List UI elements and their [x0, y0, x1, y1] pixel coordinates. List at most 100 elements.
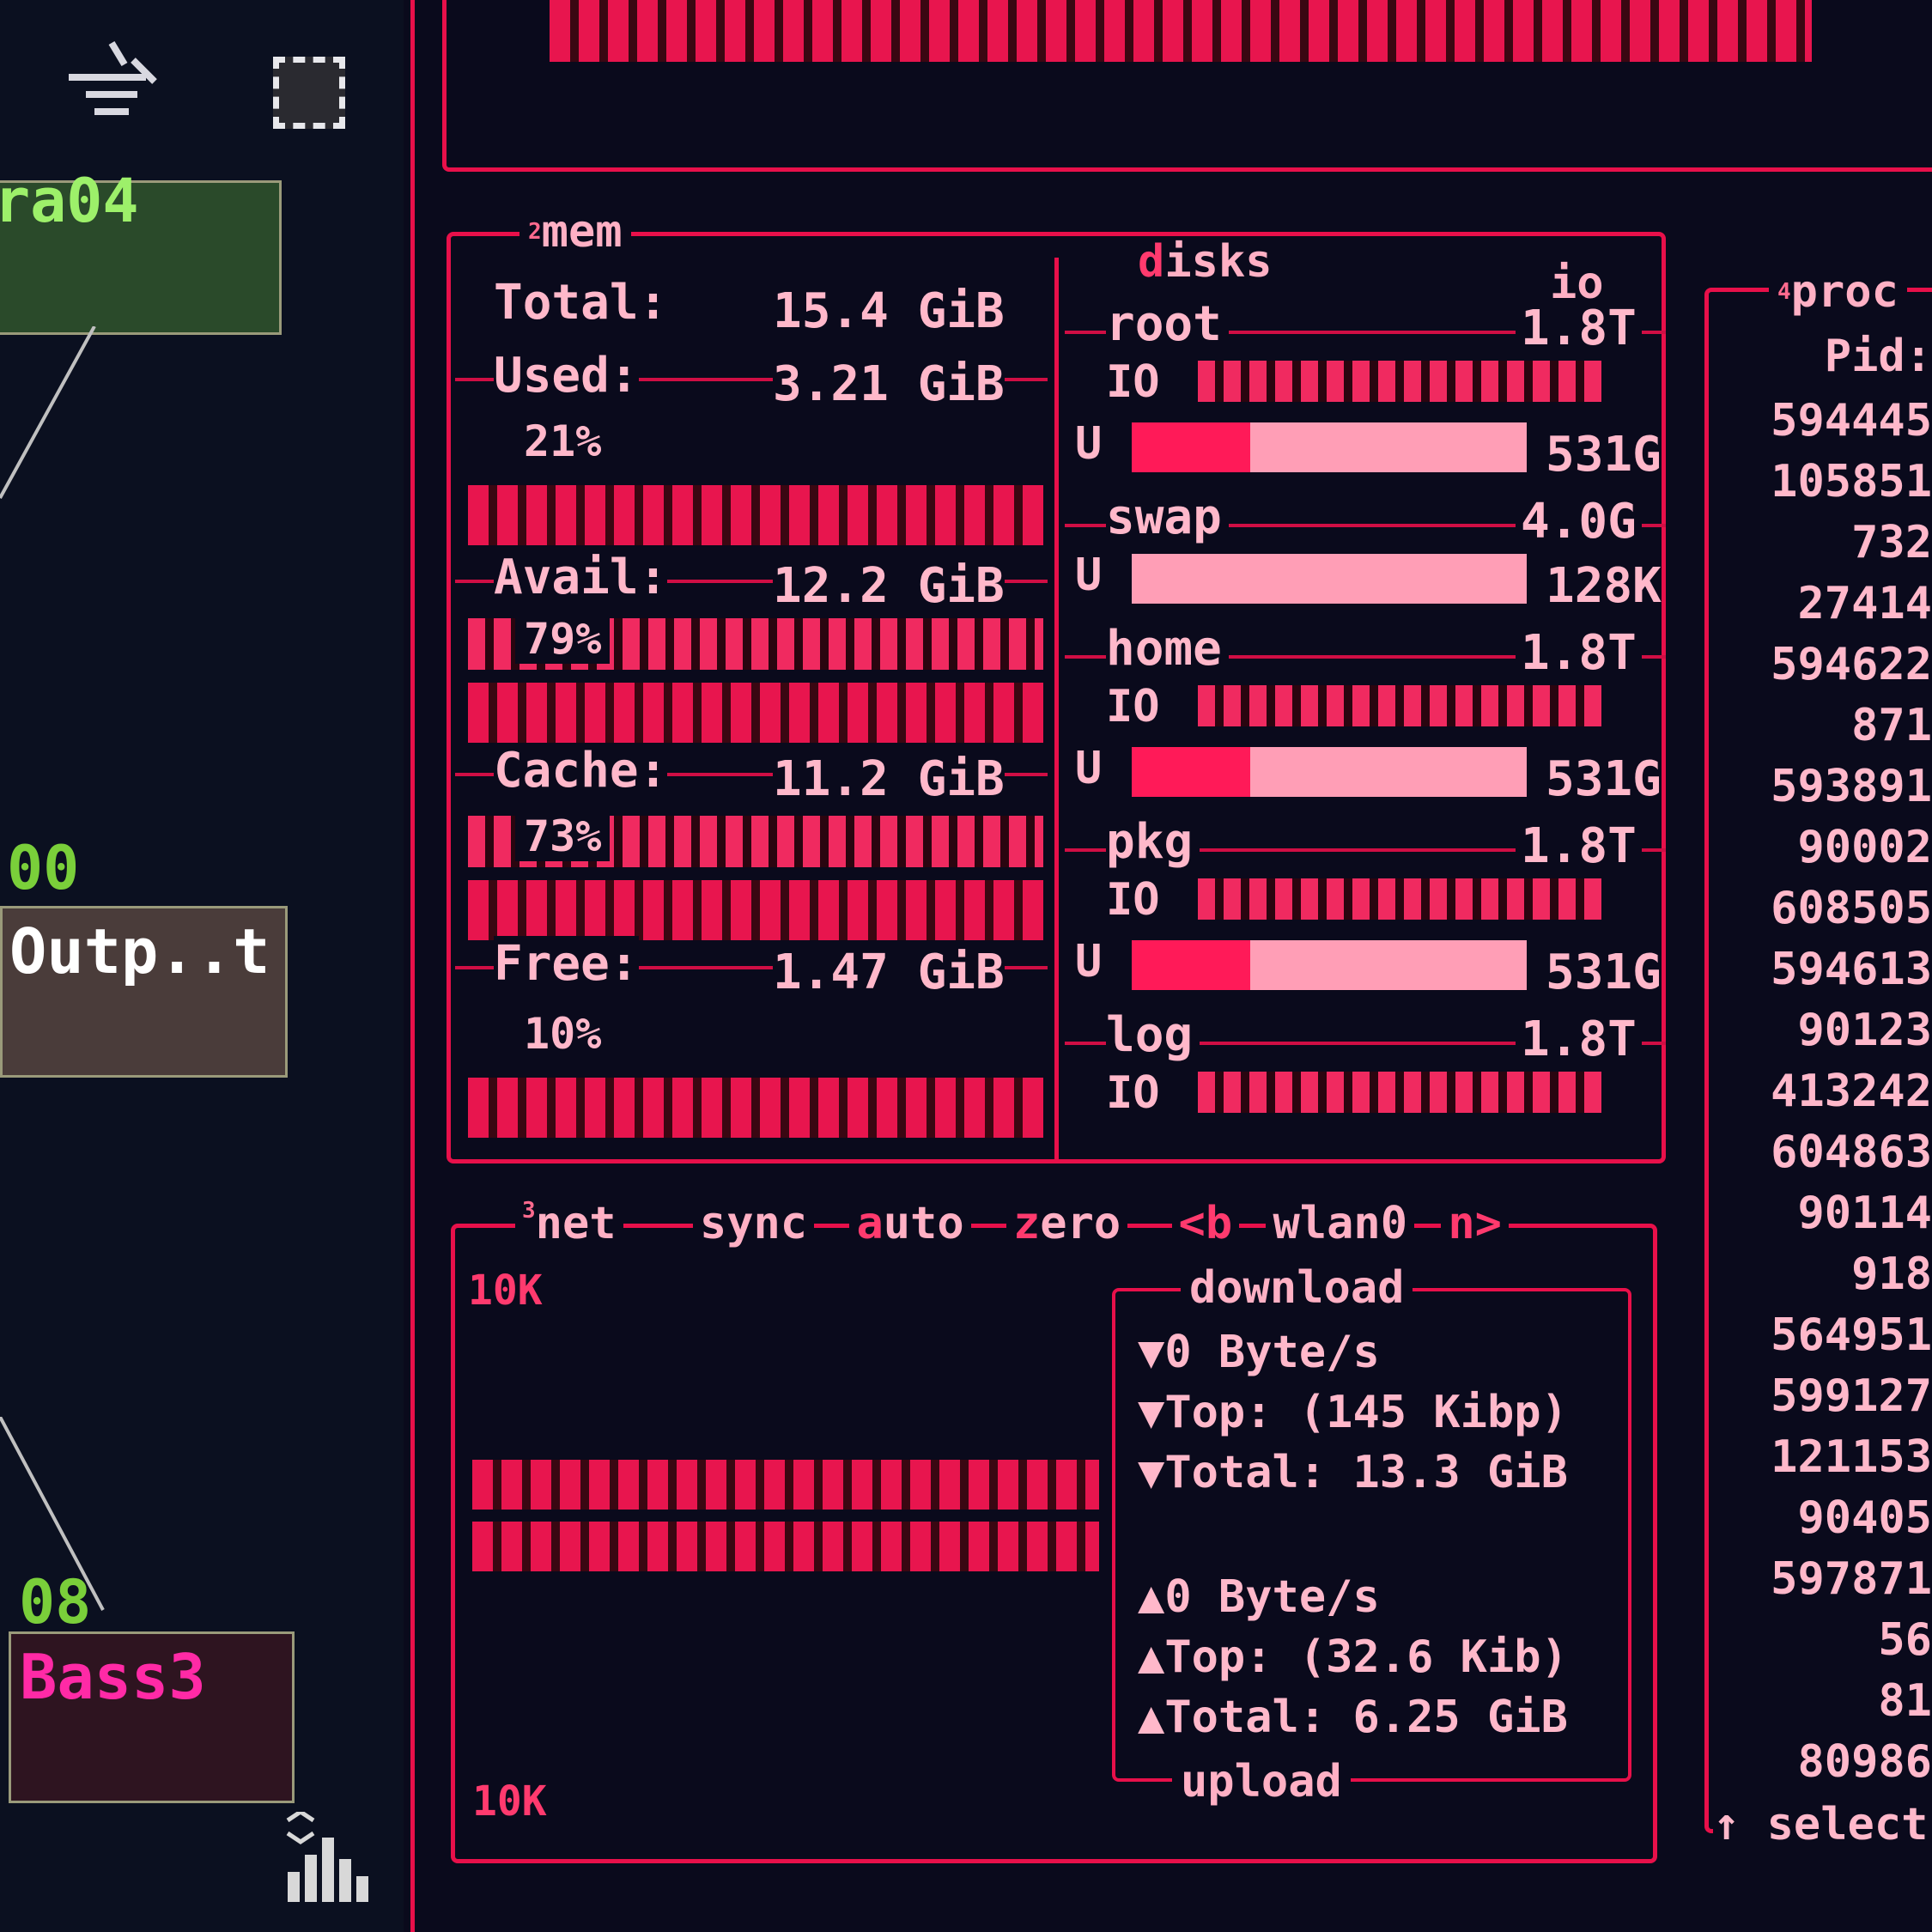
proc-pid[interactable]: 871 [1851, 700, 1932, 751]
disk-size: 1.8T [1516, 1012, 1642, 1067]
download-top: ▼Top: (145 Kibp) [1138, 1387, 1568, 1438]
spectrum-icon[interactable] [275, 1808, 378, 1906]
disk-io-label: IO [1106, 356, 1160, 408]
proc-title: 4proc [1769, 266, 1907, 318]
mem-free-meter [468, 1078, 1043, 1138]
node-bass3-label: Bass3 [20, 1641, 206, 1713]
disk-size: 1.8T [1516, 625, 1642, 681]
net-scale-bottom: 10K [472, 1777, 547, 1826]
disks-title[interactable]: disks [1129, 236, 1281, 288]
proc-pid[interactable]: 90002 [1797, 822, 1932, 873]
proc-pid[interactable]: 80986 [1797, 1736, 1932, 1788]
upload-title: upload [1172, 1756, 1351, 1807]
mem-cache-label: Cache: [494, 743, 668, 799]
net-upload-graph [472, 1522, 1099, 1571]
node-bass3[interactable]: Bass3 [9, 1631, 295, 1803]
disk-io-meter [1198, 361, 1601, 402]
select-box-icon[interactable] [273, 57, 345, 129]
net-zero-button[interactable]: zero [1005, 1198, 1128, 1249]
proc-pid[interactable]: 597871 [1771, 1553, 1932, 1605]
proc-pid[interactable]: 27414 [1797, 578, 1932, 629]
disk-used-value: 531G [1546, 945, 1662, 1000]
disk-io-meter [1198, 685, 1601, 726]
proc-pid[interactable]: 90405 [1797, 1492, 1932, 1544]
node-output[interactable]: Outp..t [0, 906, 288, 1078]
disk-size: 4.0G [1516, 494, 1642, 550]
disk-used-value: 531G [1546, 751, 1662, 807]
cpu-graph [550, 0, 1812, 62]
net-title: 3net [515, 1198, 623, 1249]
mem-free-value: 1.47 GiB [773, 945, 1005, 1000]
disk-io-label: IO [1106, 1067, 1160, 1119]
disk-name: swap [1106, 489, 1229, 545]
disk-usage-meter [1132, 554, 1527, 604]
proc-pid[interactable]: 604863 [1771, 1127, 1932, 1178]
proc-pid[interactable]: 608505 [1771, 883, 1932, 934]
net-sync-button[interactable]: sync [692, 1198, 815, 1249]
mem-cache-meter [468, 880, 1043, 940]
disk-name: root [1106, 296, 1229, 352]
download-total: ▼Total: 13.3 GiB [1138, 1447, 1568, 1498]
down-arrow-icon: ▼ [1138, 1327, 1165, 1378]
mem-avail-meter [468, 683, 1043, 743]
mem-used-value: 3.21 GiB [773, 356, 1005, 412]
proc-pid[interactable]: 594445 [1771, 395, 1932, 447]
disk-io-meter [1198, 1072, 1601, 1113]
node-bass-channel: 08 [19, 1567, 92, 1637]
node-ra04[interactable]: ra04 [0, 166, 282, 335]
proc-pid[interactable]: 564951 [1771, 1309, 1932, 1361]
proc-pid[interactable]: 105851 [1771, 456, 1932, 507]
proc-pid[interactable]: 594613 [1771, 944, 1932, 995]
up-arrow-icon: ▲ [1138, 1692, 1165, 1743]
proc-pid[interactable]: 90123 [1797, 1005, 1932, 1056]
mem-avail-pct: 79% [515, 614, 611, 664]
net-scale-top: 10K [468, 1267, 543, 1315]
arrange-icon[interactable] [60, 34, 163, 129]
down-arrow-icon: ▼ [1138, 1447, 1165, 1498]
proc-pid[interactable]: 90114 [1797, 1188, 1932, 1239]
net-prev-iface-button[interactable]: <b [1171, 1198, 1240, 1249]
net-interface-name: wlan0 [1266, 1198, 1415, 1249]
node-link-line [0, 325, 103, 515]
upload-top: ▲Top: (32.6 Kib) [1138, 1631, 1568, 1683]
disk-name: log [1106, 1007, 1200, 1063]
download-title: download [1181, 1262, 1413, 1314]
proc-pid[interactable]: 732 [1851, 517, 1932, 568]
download-rate: ▼0 Byte/s [1138, 1327, 1380, 1378]
proc-pid[interactable]: 593891 [1771, 761, 1932, 812]
disk-usage-fill [1132, 422, 1250, 472]
proc-pid[interactable]: 599127 [1771, 1370, 1932, 1422]
node-editor-panel: ra04 00 Outp..t 08 Bass3 [0, 0, 404, 1932]
net-download-graph [472, 1460, 1099, 1510]
proc-select-hint[interactable]: ↑ select [1713, 1799, 1932, 1850]
net-next-iface-button[interactable]: n> [1441, 1198, 1509, 1249]
proc-pid[interactable]: 594622 [1771, 639, 1932, 690]
proc-pid[interactable]: 413242 [1771, 1066, 1932, 1117]
disk-name: home [1106, 621, 1229, 677]
upload-total: ▲Total: 6.25 GiB [1138, 1692, 1568, 1743]
net-auto-button[interactable]: auto [849, 1198, 971, 1249]
proc-pid[interactable]: 918 [1851, 1249, 1932, 1300]
down-arrow-icon: ▼ [1138, 1387, 1165, 1438]
disk-used-value: 531G [1546, 427, 1662, 483]
mem-disks-divider [1054, 258, 1059, 1163]
disk-usage-label: U [1075, 936, 1103, 987]
terminal-left-border [410, 0, 415, 1932]
disk-name: pkg [1106, 814, 1200, 870]
proc-pid[interactable]: 81 [1878, 1675, 1932, 1727]
proc-pid[interactable]: 56 [1878, 1614, 1932, 1666]
disk-usage-meter [1132, 422, 1527, 472]
node-ra04-label: ra04 [0, 166, 139, 236]
node-output-channel: 00 [7, 833, 80, 903]
disk-size: 1.8T [1516, 301, 1642, 356]
disk-io-meter [1198, 878, 1601, 920]
upload-rate: ▲0 Byte/s [1138, 1571, 1380, 1623]
disk-usage-meter [1132, 940, 1527, 990]
disk-usage-fill [1132, 940, 1250, 990]
proc-pid[interactable]: 121153 [1771, 1431, 1932, 1483]
disk-usage-fill [1132, 747, 1250, 797]
mem-avail-value: 12.2 GiB [773, 558, 1005, 614]
up-arrow-icon: ▲ [1138, 1571, 1165, 1623]
mem-avail-label: Avail: [494, 550, 668, 605]
mem-used-pct: 21% [524, 416, 602, 466]
